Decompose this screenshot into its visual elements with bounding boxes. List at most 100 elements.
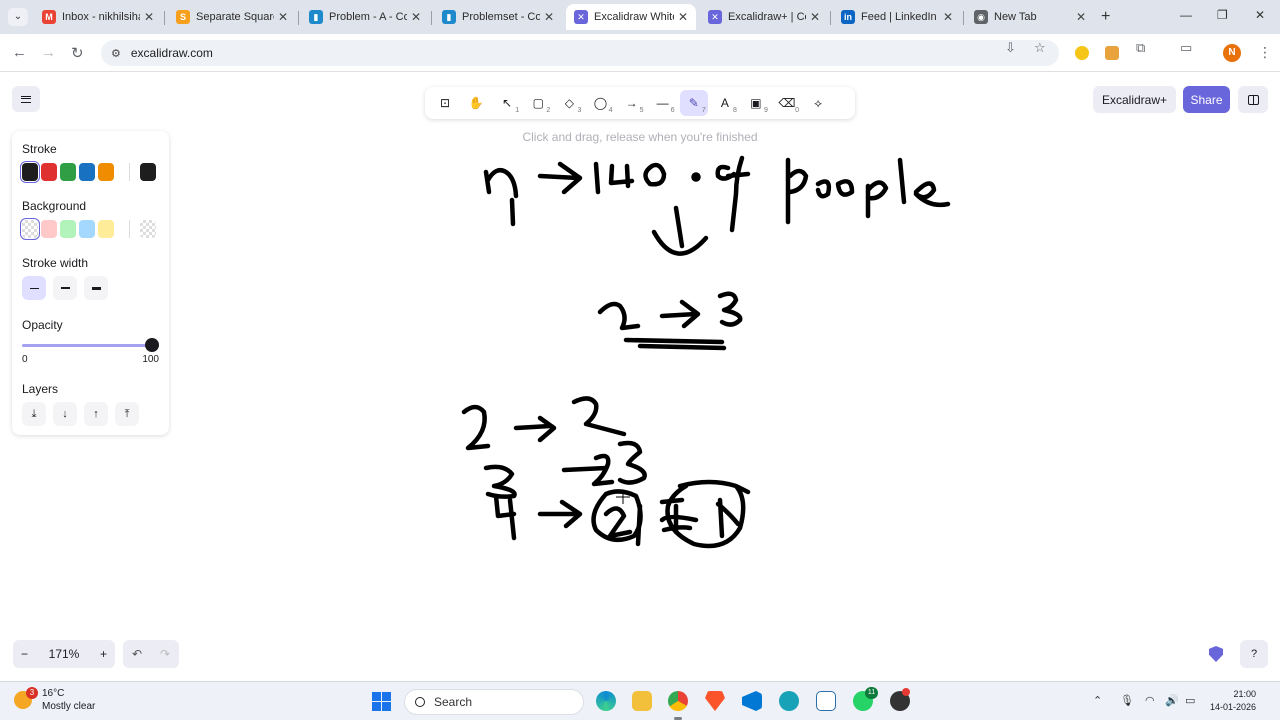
background-current-color[interactable] — [139, 220, 156, 238]
zoom-in-button[interactable]: + — [100, 647, 107, 661]
close-tab-icon[interactable]: ✕ — [943, 10, 953, 24]
forward-icon[interactable]: → — [41, 44, 56, 61]
zoom-out-button[interactable]: − — [21, 647, 28, 661]
zoom-level[interactable]: 171% — [49, 647, 80, 661]
send-to-back-icon: ⤓ — [31, 407, 37, 420]
background-swatch-pink[interactable] — [41, 220, 58, 238]
close-window-icon[interactable]: ✕ — [1255, 8, 1265, 22]
taskbar-search[interactable]: Search — [404, 689, 584, 715]
stroke-width-thin[interactable] — [22, 276, 46, 300]
stroke-swatch-green[interactable] — [60, 163, 77, 181]
close-tab-icon[interactable]: ✕ — [278, 10, 288, 24]
emoji-extension-icon[interactable] — [1075, 46, 1089, 60]
stroke-width-extra-bold[interactable] — [84, 276, 108, 300]
close-tab-icon[interactable]: ✕ — [678, 10, 688, 24]
close-tab-icon[interactable]: ✕ — [544, 10, 554, 24]
extensions-puzzle-icon[interactable]: ⧉ — [1136, 40, 1145, 56]
file-explorer-icon[interactable] — [632, 691, 652, 711]
ellipse-tool-button[interactable]: ◯ 4 — [586, 90, 614, 116]
tab-gmail[interactable]: M Inbox - nikhilsiha ✕ — [34, 4, 162, 30]
stroke-current-color[interactable] — [139, 163, 156, 181]
stroke-width-bold[interactable] — [53, 276, 77, 300]
menu-icon — [21, 95, 31, 103]
excalidraw-plus-button[interactable]: Excalidraw+ — [1093, 86, 1176, 113]
background-swatch-transparent[interactable] — [19, 218, 41, 240]
bring-to-front-button[interactable]: ⤒ — [115, 402, 139, 426]
background-swatch-green[interactable] — [60, 220, 77, 238]
restore-icon[interactable]: ❐ — [1217, 8, 1228, 22]
tab-problemset[interactable]: ▮ Problemset - Co ✕ — [434, 4, 562, 30]
windows-start-icon[interactable] — [372, 692, 391, 711]
side-panel-icon[interactable]: ▭ — [1180, 40, 1192, 56]
lock-tool-button[interactable]: ⊡ — [431, 90, 459, 116]
tab-linkedin[interactable]: in Feed | LinkedIn ✕ — [833, 4, 961, 30]
share-button[interactable]: Share — [1183, 86, 1230, 113]
lock-extension-icon[interactable] — [1105, 46, 1119, 60]
send-backward-button[interactable]: ↓ — [53, 402, 77, 426]
profile-avatar[interactable]: N — [1223, 44, 1241, 62]
back-icon[interactable]: ← — [12, 44, 27, 61]
taskbar-clock[interactable]: 21:00 14-01-2026 — [1210, 688, 1256, 714]
undo-icon[interactable]: ↶ — [132, 647, 142, 661]
tab-problem-a[interactable]: ▮ Problem - A - Co ✕ — [301, 4, 429, 30]
main-menu-button[interactable] — [12, 86, 40, 112]
diamond-tool-button[interactable]: ◇ 3 — [555, 90, 583, 116]
microphone-icon[interactable]: 🎙 — [1120, 694, 1134, 707]
arrow-tool-button[interactable]: → 5 — [618, 90, 646, 116]
opacity-slider[interactable] — [22, 338, 159, 352]
install-app-icon[interactable]: ⇩ — [1005, 40, 1016, 56]
send-to-back-button[interactable]: ⤓ — [22, 402, 46, 426]
weather-widget[interactable]: 3 16°C Mostly clear — [14, 687, 95, 713]
redo-icon[interactable]: ↷ — [160, 647, 170, 661]
text-tool-button[interactable]: A8 — [711, 90, 739, 116]
wifi-icon[interactable]: ◠ — [1145, 694, 1155, 707]
close-tab-icon[interactable]: ✕ — [144, 10, 154, 24]
volume-icon[interactable]: 🔊 — [1165, 694, 1179, 707]
stroke-swatch-orange[interactable] — [98, 163, 115, 181]
close-tab-icon[interactable]: ✕ — [810, 10, 820, 24]
background-swatch-blue[interactable] — [79, 220, 96, 238]
reload-icon[interactable]: ↻ — [71, 44, 84, 62]
background-swatch-yellow[interactable] — [98, 220, 115, 238]
browser-menu-icon[interactable]: ⋮ — [1258, 44, 1272, 61]
close-tab-icon[interactable]: ✕ — [1076, 10, 1086, 24]
minimize-icon[interactable]: — — [1180, 8, 1192, 22]
site-info-icon[interactable]: ⚙ — [111, 47, 121, 60]
close-tab-icon[interactable]: ✕ — [411, 10, 421, 24]
more-tools-button[interactable]: ⟡ — [804, 90, 832, 116]
battery-icon[interactable]: ▭ — [1185, 694, 1195, 707]
obs-icon[interactable] — [890, 688, 910, 711]
chrome-icon[interactable] — [668, 691, 688, 711]
stroke-swatch-blue[interactable] — [79, 163, 96, 181]
bookmark-star-icon[interactable]: ☆ — [1034, 40, 1046, 56]
image-tool-button[interactable]: ▣ 9 — [742, 90, 770, 116]
draw-tool-button[interactable]: ✎ 7 — [679, 90, 708, 116]
edge-icon[interactable] — [596, 691, 616, 711]
hand-tool-button[interactable]: ✋ — [462, 90, 490, 116]
stroke-swatch-red[interactable] — [41, 163, 58, 181]
brave-icon[interactable] — [705, 691, 725, 711]
opacity-slider-knob[interactable] — [145, 338, 159, 352]
tab-excalidraw-plus[interactable]: ✕ Excalidraw+ | Co ✕ — [700, 4, 828, 30]
stroke-swatch-black[interactable] — [19, 161, 41, 183]
tray-overflow-icon[interactable]: ⌃ — [1093, 694, 1102, 707]
tab-search-dropdown[interactable]: ⌄ — [8, 8, 28, 26]
tab-new-tab[interactable]: ◉ New Tab ✕ — [966, 4, 1094, 30]
whatsapp-icon[interactable]: 11 — [853, 687, 878, 711]
tab-separate-squares[interactable]: S Separate Squares ✕ — [168, 4, 296, 30]
bring-forward-button[interactable]: ↑ — [84, 402, 108, 426]
selection-tool-button[interactable]: ↖ 1 — [493, 90, 521, 116]
rectangle-tool-button[interactable]: ▢ 2 — [524, 90, 552, 116]
snipping-tool-icon[interactable] — [816, 691, 836, 711]
library-button[interactable] — [1238, 86, 1268, 113]
tab-excalidraw-whiteboard[interactable]: ✕ Excalidraw White ✕ — [566, 4, 696, 30]
new-tab-button[interactable]: + — [1101, 8, 1110, 26]
eraser-tool-button[interactable]: ⌫ 0 — [773, 90, 801, 116]
copilot-icon[interactable] — [779, 691, 799, 711]
drawing-canvas[interactable] — [0, 73, 1280, 681]
address-bar[interactable]: ⚙ excalidraw.com — [101, 40, 1059, 66]
stroke-pipe — [635, 503, 643, 547]
vscode-icon[interactable] — [742, 691, 762, 711]
line-tool-button[interactable]: —6 — [649, 90, 677, 116]
help-button[interactable]: ? — [1240, 640, 1268, 668]
